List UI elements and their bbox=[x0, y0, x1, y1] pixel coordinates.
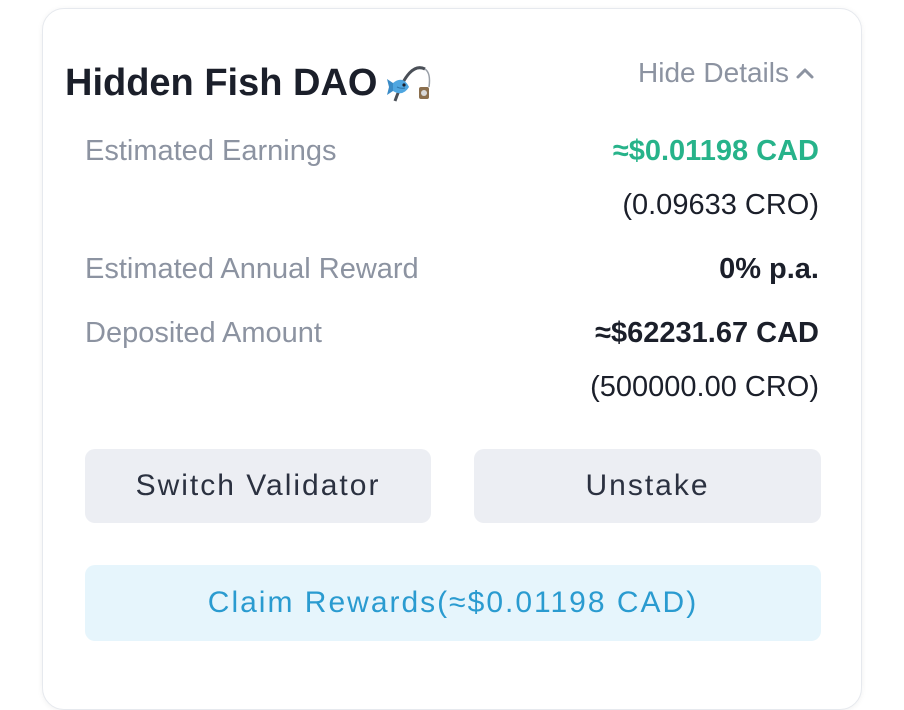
validator-title-row: Hidden Fish DAO bbox=[65, 57, 437, 109]
hide-details-toggle[interactable]: Hide Details bbox=[638, 57, 817, 89]
estimated-annual-reward-label: Estimated Annual Reward bbox=[85, 253, 419, 285]
deposited-amount-value: ≈$62231.67 CAD bbox=[595, 317, 819, 349]
switch-validator-button[interactable]: Switch Validator bbox=[85, 449, 431, 523]
estimated-earnings-label: Estimated Earnings bbox=[85, 135, 337, 167]
claim-rewards-button[interactable]: Claim Rewards(≈$0.01198 CAD) bbox=[85, 565, 821, 641]
estimated-earnings-cro: (0.09633 CRO) bbox=[622, 189, 819, 221]
fishing-pole-icon bbox=[385, 57, 437, 109]
unstake-button[interactable]: Unstake bbox=[474, 449, 821, 523]
chevron-up-icon bbox=[793, 61, 817, 85]
estimated-earnings-value: ≈$0.01198 CAD bbox=[612, 135, 819, 167]
deposited-amount-label: Deposited Amount bbox=[85, 317, 322, 349]
deposited-amount-cro: (500000.00 CRO) bbox=[590, 371, 819, 403]
estimated-annual-reward-value: 0% p.a. bbox=[719, 253, 819, 285]
validator-name: Hidden Fish DAO bbox=[65, 61, 378, 104]
hide-details-label: Hide Details bbox=[638, 57, 789, 88]
validator-card: Hidden Fish DAO Hide Details Estimated E… bbox=[42, 8, 862, 710]
